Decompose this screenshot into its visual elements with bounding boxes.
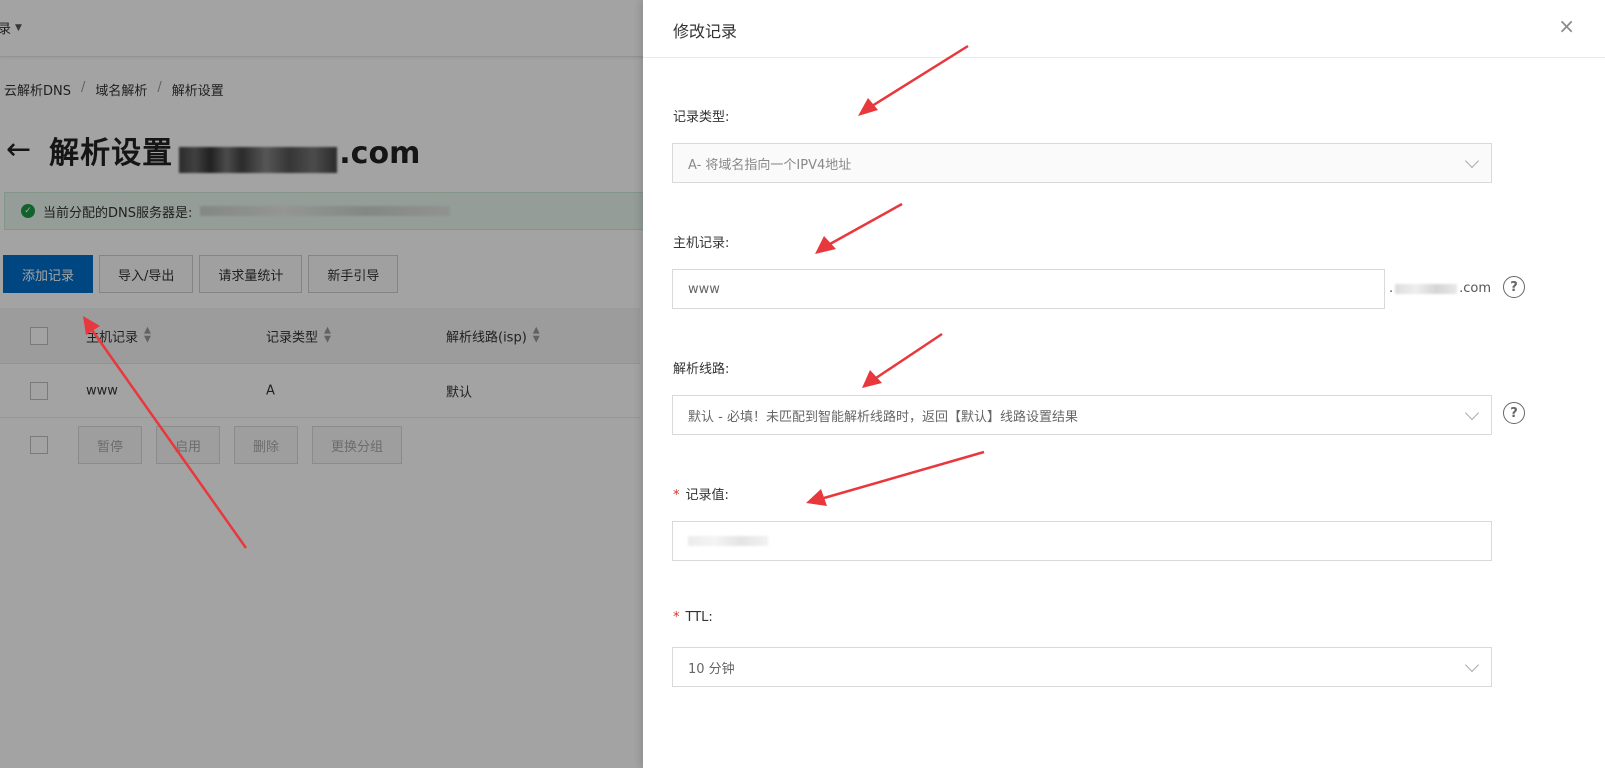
- chevron-down-icon: [1464, 657, 1480, 673]
- ttl-value: 10 分钟: [688, 661, 735, 677]
- modal-overlay[interactable]: [0, 0, 643, 768]
- ttl-select[interactable]: 10 分钟: [672, 647, 1492, 687]
- record-type-select[interactable]: A- 将域名指向一个IPV4地址: [672, 143, 1492, 183]
- resolution-line-select[interactable]: 默认 - 必填！未匹配到智能解析线路时，返回【默认】线路设置结果: [672, 395, 1492, 435]
- ttl-label-text: TTL:: [685, 610, 713, 625]
- resolution-line-value: 默认 - 必填！未匹配到智能解析线路时，返回【默认】线路设置结果: [688, 409, 1078, 425]
- domain-suffix-end: .com: [1459, 281, 1492, 296]
- host-record-label: 主机记录:: [673, 236, 730, 251]
- resolution-line-label: 解析线路:: [673, 362, 730, 377]
- domain-suffix-dot: .: [1389, 281, 1394, 296]
- record-value-label-text: 记录值:: [685, 488, 729, 503]
- redacted-record-value: [688, 536, 768, 546]
- record-type-value: A- 将域名指向一个IPV4地址: [688, 157, 852, 173]
- domain-suffix: . .com: [1389, 281, 1491, 296]
- ttl-label: * TTL:: [673, 610, 713, 625]
- help-icon[interactable]: ?: [1503, 402, 1525, 424]
- record-value-input[interactable]: [672, 521, 1492, 561]
- host-record-input[interactable]: www: [672, 269, 1385, 309]
- host-record-value: www: [688, 281, 720, 297]
- redacted-domain-suffix: [1395, 283, 1458, 294]
- required-marker: *: [673, 488, 680, 503]
- drawer-title: 修改记录: [673, 22, 738, 41]
- required-marker: *: [673, 610, 680, 625]
- record-value-label: * 记录值:: [673, 484, 729, 503]
- help-icon[interactable]: ?: [1503, 276, 1525, 298]
- edit-record-drawer: 修改记录 × 记录类型: A- 将域名指向一个IPV4地址 主机记录: www …: [643, 0, 1605, 768]
- record-type-label: 记录类型:: [673, 110, 730, 125]
- close-icon[interactable]: ×: [1558, 16, 1575, 36]
- drawer-header: 修改记录 ×: [643, 0, 1605, 58]
- chevron-down-icon: [1464, 405, 1480, 421]
- chevron-down-icon: [1464, 153, 1480, 169]
